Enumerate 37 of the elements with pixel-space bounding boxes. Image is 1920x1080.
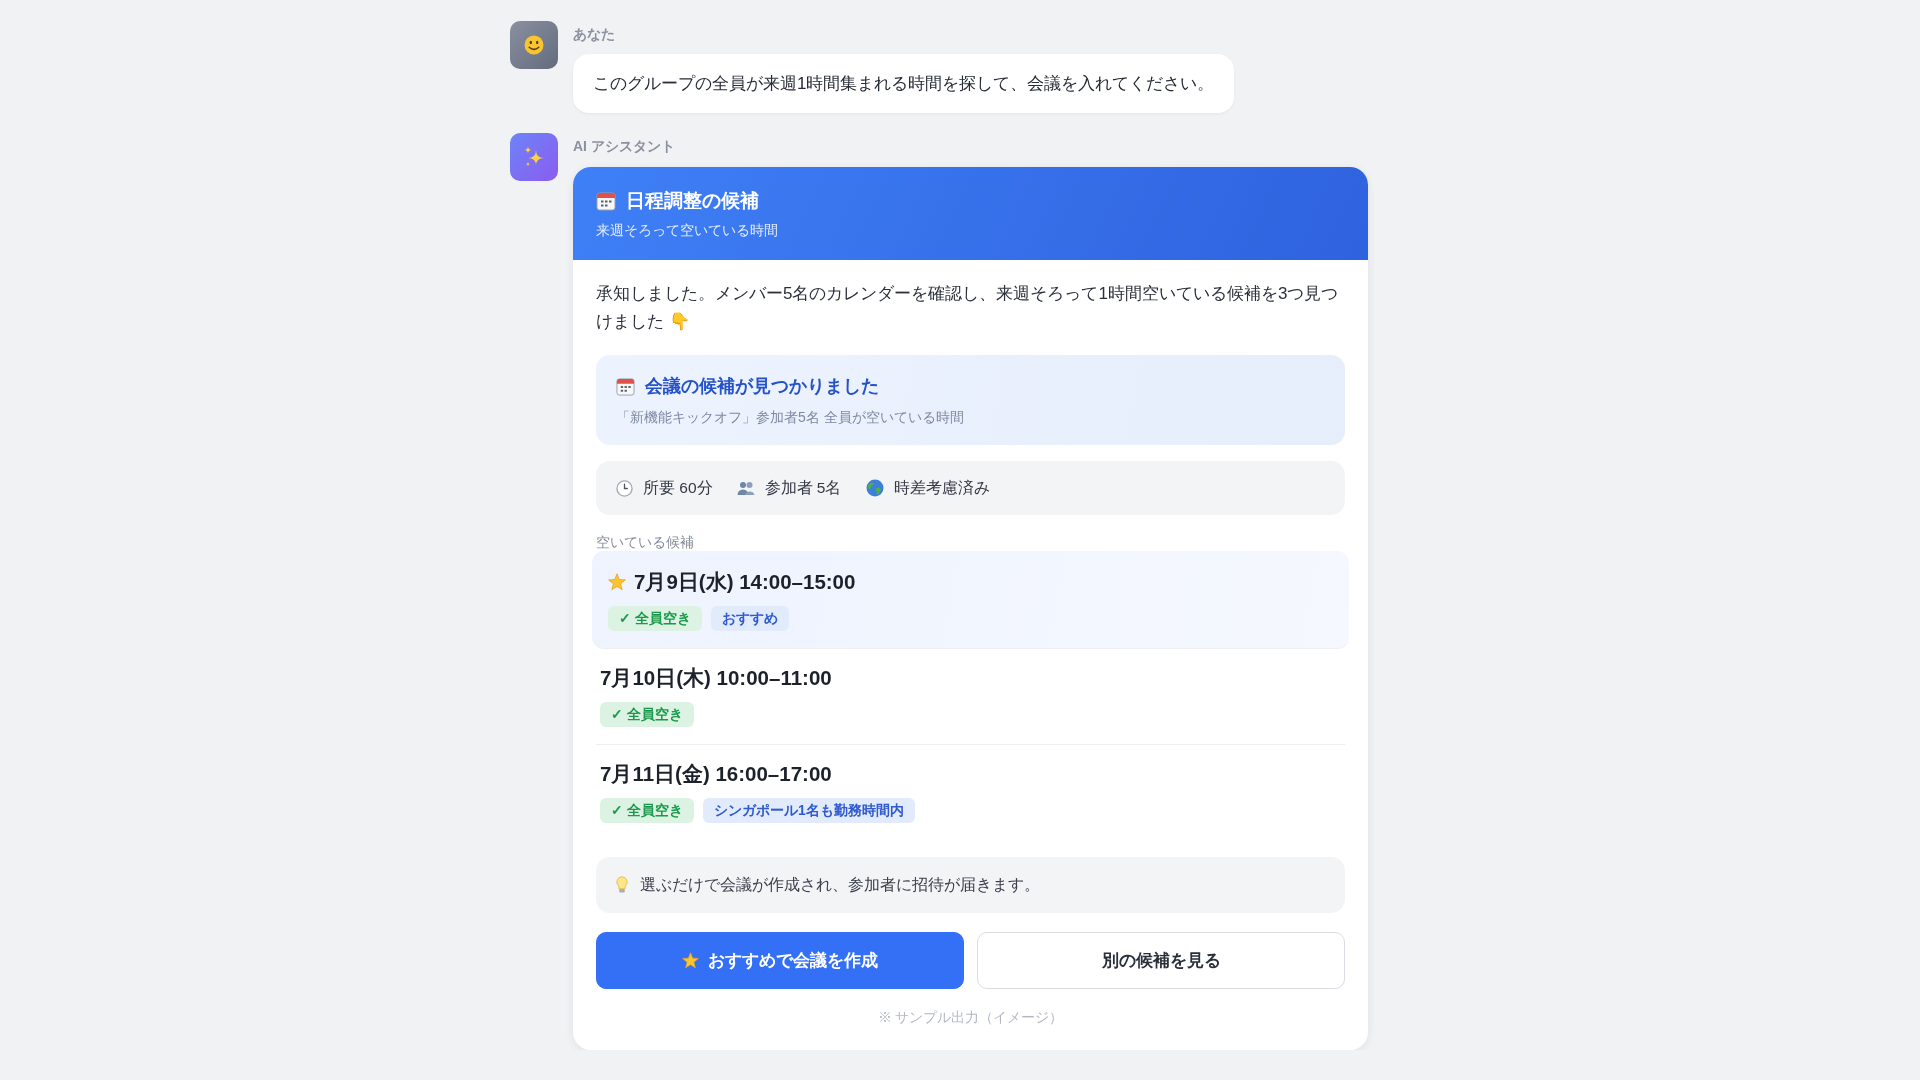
globe-icon <box>865 479 884 497</box>
status-tag: ✓ 全員空き <box>600 702 694 727</box>
intro-text: 承知しました。メンバー5名のカレンダーを確認し、来週そろって1時間空いている候補を3つ見つけました 👇 <box>596 283 1340 333</box>
card-title: 日程調整の候補 <box>626 189 759 213</box>
candidate-time: 7月9日(水) 14:00–15:00 <box>634 569 856 595</box>
tip-text: 選ぶだけで会議が作成され、参加者に招待が届きます。 <box>640 874 1040 895</box>
footnote: ※ サンプル出力（イメージ） <box>877 1009 1064 1027</box>
light-bulb-icon <box>616 876 628 894</box>
candidate-item[interactable]: 7月9日(水) 14:00–15:00 ✓ 全員空き おすすめ <box>592 551 1349 649</box>
other-candidates-button[interactable]: 別の候補を見る <box>977 932 1345 989</box>
create-meeting-button[interactable]: おすすめで会議を作成 <box>596 932 964 989</box>
sparkles-avatar-icon <box>510 133 558 181</box>
calendar-icon <box>616 376 635 396</box>
candidate-item[interactable]: 7月11日(金) 16:00–17:00 ✓ 全員空き シンガポール1名も勤務時間内 <box>596 745 1345 841</box>
meeting-info-text: 所要 60分 <box>643 477 713 498</box>
status-tag: シンガポール1名も勤務時間内 <box>702 798 915 823</box>
status-tag: おすすめ <box>710 606 789 631</box>
calendar-icon <box>596 191 616 211</box>
people-icon <box>736 480 755 496</box>
result-subtitle: 「新機能キックオフ」参加者5名 全員が空いている時間 <box>616 408 965 427</box>
card-subtitle: 来週そろって空いている時間 <box>596 221 779 240</box>
status-tag: ✓ 全員空き <box>600 798 694 823</box>
smiley-avatar-icon <box>510 21 558 69</box>
candidate-time: 7月10日(木) 10:00–11:00 <box>600 665 832 691</box>
meeting-info-text: 参加者 5名 <box>764 477 842 498</box>
candidate-item[interactable]: 7月10日(木) 10:00–11:00 ✓ 全員空き <box>596 649 1345 745</box>
sender-name: AI アシスタント <box>573 137 675 156</box>
star-icon <box>608 573 626 591</box>
meeting-info-text: 時差考慮済み <box>893 477 990 498</box>
section-label: 空いている候補 <box>596 533 695 551</box>
sender-name: あなた <box>573 25 615 44</box>
message-bubble: このグループの全員が来週1時間集まれる時間を探して、会議を入れてください。 <box>573 54 1235 113</box>
candidate-time: 7月11日(金) 16:00–17:00 <box>600 761 832 787</box>
clock-icon <box>616 479 633 497</box>
status-tag: ✓ 全員空き <box>608 606 702 631</box>
result-title: 会議の候補が見つかりました <box>645 375 879 398</box>
star-icon <box>682 952 699 969</box>
